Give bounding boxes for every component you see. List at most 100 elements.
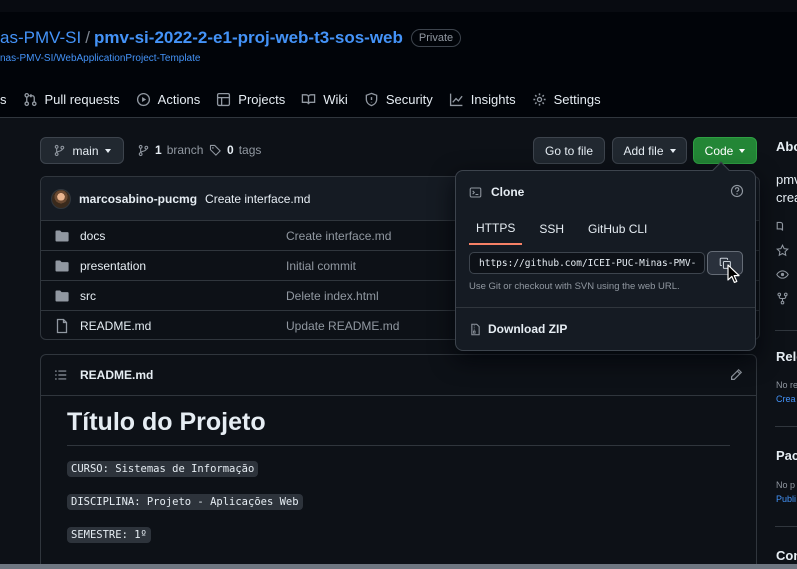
- file-commit-link[interactable]: Delete index.html: [286, 289, 379, 303]
- star-icon: [776, 244, 789, 257]
- readme-filename-link[interactable]: README.md: [80, 368, 153, 382]
- sidebar-divider: [775, 426, 797, 427]
- sidebar-divider: [775, 330, 797, 331]
- graph-icon: [449, 92, 464, 107]
- file-name-link[interactable]: presentation: [80, 259, 286, 273]
- packages-heading[interactable]: Pac: [776, 448, 797, 463]
- folder-icon: [54, 258, 70, 274]
- branch-select-button[interactable]: main: [40, 137, 124, 164]
- tag-icon: [209, 144, 222, 157]
- repo-owner-link[interactable]: as-PMV-SI: [0, 28, 81, 48]
- visibility-badge: Private: [410, 29, 462, 47]
- clone-header: Clone: [469, 185, 524, 199]
- contributors-heading[interactable]: Con: [776, 548, 797, 563]
- pencil-icon[interactable]: [729, 368, 743, 382]
- tab-label: Pull requests: [44, 91, 120, 107]
- tab-github-cli[interactable]: GitHub CLI: [581, 213, 654, 245]
- chevron-down-icon: [104, 148, 111, 153]
- file-name-link[interactable]: docs: [80, 229, 286, 243]
- tags-label: tags: [238, 143, 262, 157]
- tab-issues[interactable]: s: [0, 84, 15, 114]
- file-name-link[interactable]: src: [80, 289, 286, 303]
- branches-label: branch: [166, 143, 204, 157]
- branches-link[interactable]: 1 branch: [137, 143, 203, 157]
- mouse-cursor-icon: [727, 264, 741, 284]
- tab-https[interactable]: HTTPS: [469, 213, 523, 245]
- clone-tabs: HTTPS SSH GitHub CLI: [469, 213, 664, 245]
- tab-security[interactable]: Security: [356, 84, 441, 114]
- tags-count: 0: [227, 143, 234, 157]
- play-icon: [136, 92, 151, 107]
- tab-pull-requests[interactable]: Pull requests: [15, 84, 128, 114]
- releases-note: No re: [776, 380, 797, 390]
- clone-url-input[interactable]: https://github.com/ICEI-PUC-Minas-PMV-: [469, 252, 705, 274]
- terminal-icon: [469, 186, 482, 199]
- code-button[interactable]: Code: [693, 137, 757, 164]
- clone-hint: Use Git or checkout with SVN using the w…: [469, 281, 680, 292]
- download-zip-link[interactable]: Download ZIP: [469, 322, 567, 336]
- tab-label: Settings: [553, 91, 601, 107]
- readme-header: README.md: [41, 355, 756, 396]
- about-description: pmv: [776, 172, 797, 187]
- book-icon: [301, 92, 316, 107]
- dropdown-caret: [712, 161, 730, 179]
- readme-title: Título do Projeto: [67, 408, 730, 446]
- fork-icon: [776, 292, 789, 305]
- git-branch-icon: [53, 144, 66, 157]
- pull-request-icon: [23, 92, 38, 107]
- readme-code-line: SEMESTRE: 1º: [67, 527, 151, 543]
- shield-icon: [364, 92, 379, 107]
- tab-wiki[interactable]: Wiki: [293, 84, 356, 114]
- file-commit-link[interactable]: Create interface.md: [286, 229, 391, 243]
- template-source-link[interactable]: nas-PMV-SI/WebApplicationProject-Templat…: [0, 53, 200, 64]
- question-icon[interactable]: [730, 184, 744, 198]
- download-zip-label: Download ZIP: [488, 322, 568, 336]
- releases-heading[interactable]: Rele: [776, 349, 797, 364]
- list-unordered-icon[interactable]: [54, 368, 68, 382]
- tab-actions[interactable]: Actions: [128, 84, 209, 114]
- git-branch-icon: [137, 144, 150, 157]
- code-label: Code: [704, 143, 734, 158]
- tab-label: s: [0, 91, 7, 107]
- readme-code-line: DISCIPLINA: Projeto - Aplicações Web: [67, 494, 303, 510]
- file-icon: [54, 318, 70, 334]
- branches-count: 1: [155, 143, 162, 157]
- tab-label: Security: [385, 91, 433, 107]
- global-header-strip: [0, 0, 797, 12]
- repo-nav: s Pull requests Actions Projects Wiki Se…: [0, 84, 609, 114]
- chevron-down-icon: [669, 148, 676, 153]
- file-commit-link[interactable]: Initial commit: [286, 259, 356, 273]
- tab-label: Actions: [157, 91, 201, 107]
- tab-ssh[interactable]: SSH: [532, 213, 571, 245]
- add-file-button[interactable]: Add file: [612, 137, 687, 164]
- horizontal-scrollbar[interactable]: [0, 564, 797, 569]
- tab-insights[interactable]: Insights: [441, 84, 524, 114]
- sidebar-divider: [775, 526, 797, 527]
- readme-code-line: CURSO: Sistemas de Informação: [67, 461, 259, 477]
- commit-message-link[interactable]: Create interface.md: [205, 192, 310, 206]
- repo-name-link[interactable]: pmv-si-2022-2-e1-proj-web-t3-sos-web: [94, 28, 403, 48]
- commit-author-link[interactable]: marcosabino-pucmg: [79, 192, 197, 206]
- gear-icon: [532, 92, 547, 107]
- readme-content: Título do Projeto CURSO: Sistemas de Inf…: [41, 396, 756, 569]
- file-zip-icon: [469, 323, 482, 336]
- publish-package-link[interactable]: Publi: [776, 494, 796, 504]
- tab-label: Projects: [238, 91, 286, 107]
- clone-dropdown: Clone HTTPS SSH GitHub CLI https://githu…: [455, 161, 756, 351]
- tab-settings[interactable]: Settings: [524, 84, 609, 114]
- chevron-down-icon: [739, 148, 746, 153]
- file-name-link[interactable]: README.md: [80, 319, 286, 333]
- folder-icon: [54, 288, 70, 304]
- readme-panel: README.md Título do Projeto CURSO: Siste…: [40, 354, 757, 569]
- avatar[interactable]: [51, 188, 71, 209]
- tab-projects[interactable]: Projects: [208, 84, 293, 114]
- about-description: crea: [776, 190, 797, 205]
- file-commit-link[interactable]: Update README.md: [286, 319, 399, 333]
- tab-label: Wiki: [323, 91, 348, 107]
- clone-title: Clone: [491, 185, 525, 199]
- dropdown-divider: [456, 307, 755, 308]
- create-release-link[interactable]: Crea: [776, 394, 796, 404]
- go-to-file-button[interactable]: Go to file: [533, 137, 605, 164]
- tags-link[interactable]: 0 tags: [209, 143, 261, 157]
- book-icon: [776, 220, 789, 233]
